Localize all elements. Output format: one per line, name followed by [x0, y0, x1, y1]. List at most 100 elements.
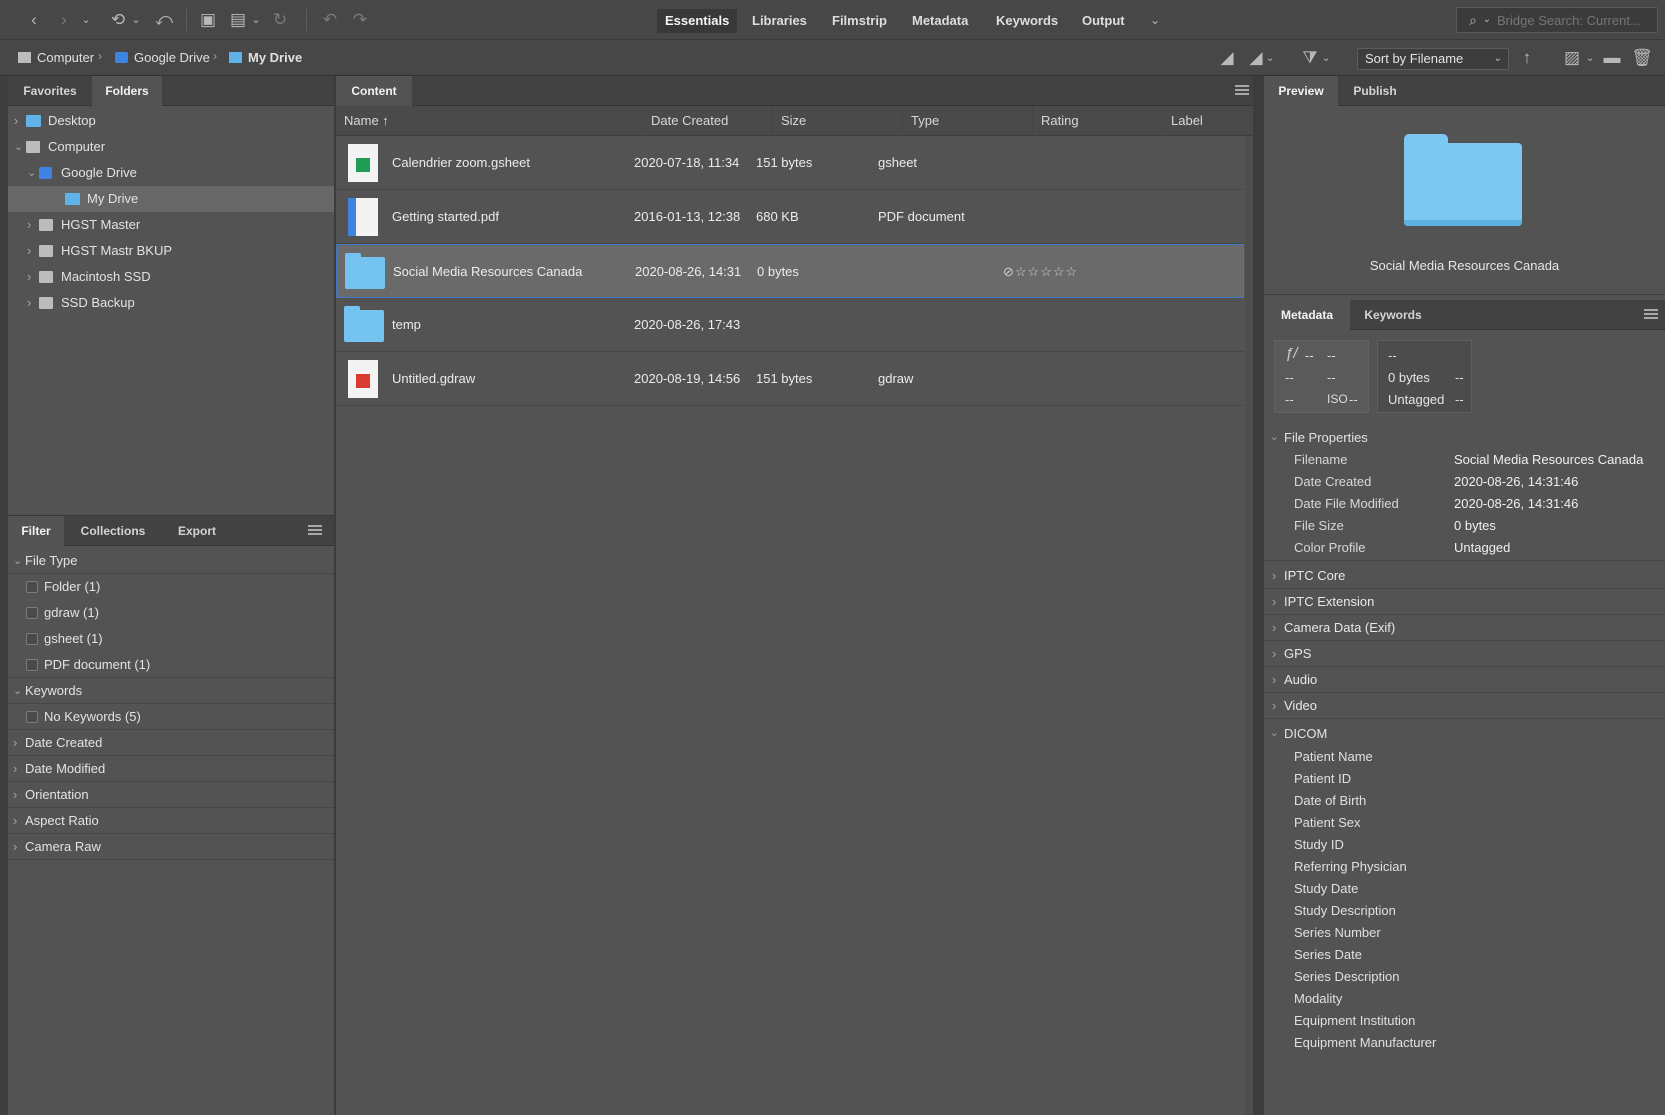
tab-content[interactable]: Content — [336, 76, 412, 107]
tab-keywords[interactable]: Keywords — [1350, 300, 1436, 330]
table-row[interactable]: temp 2020-08-26, 17:43 — [336, 298, 1244, 352]
section-iptc-extension[interactable]: › IPTC Extension — [1264, 589, 1665, 615]
tree-item-hgst-master[interactable]: › HGST Master — [8, 212, 334, 238]
section-camera-data-exif-[interactable]: › Camera Data (Exif) — [1264, 615, 1665, 641]
thumbnail-quality-dropdown-icon[interactable]: ⌄ — [1258, 46, 1282, 70]
section-iptc-core[interactable]: › IPTC Core — [1264, 563, 1665, 589]
trash-icon[interactable]: 🗑 — [1630, 46, 1654, 70]
property-value[interactable]: 2020-08-26, 14:31:46 — [1454, 493, 1578, 515]
chevron-right-icon[interactable]: › — [27, 290, 31, 316]
filter-section-date-created[interactable]: › Date Created — [8, 730, 334, 756]
table-row[interactable]: Getting started.pdf 2016-01-13, 12:38 680 … — [336, 190, 1244, 244]
chevron-right-icon[interactable]: › — [13, 756, 17, 782]
breadcrumb-computer[interactable]: Computer — [18, 49, 94, 67]
chevron-down-icon[interactable]: ⌄ — [13, 548, 22, 574]
chevron-right-icon[interactable]: › — [27, 238, 31, 264]
tree-item-desktop[interactable]: › Desktop — [8, 108, 334, 134]
workspace-output[interactable]: Output — [1074, 9, 1133, 33]
filter-item-0[interactable]: Folder (1) — [8, 574, 334, 600]
tree-item-computer[interactable]: ⌄ Computer — [8, 134, 334, 160]
chevron-down-icon[interactable]: ⌄ — [13, 678, 22, 704]
section-file-properties[interactable]: ⌄ File Properties — [1264, 427, 1665, 449]
chevron-right-icon[interactable]: › — [14, 108, 18, 134]
property-value[interactable]: 2020-08-26, 14:31:46 — [1454, 471, 1578, 493]
tree-item-hgst-mastr-bkup[interactable]: › HGST Mastr BKUP — [8, 238, 334, 264]
tab-folders[interactable]: Folders — [92, 76, 162, 107]
file-rating[interactable]: ⊘☆☆☆☆☆ — [1003, 245, 1078, 299]
chevron-right-icon[interactable]: › — [13, 730, 17, 756]
tree-item-ssd-backup[interactable]: › SSD Backup — [8, 290, 334, 316]
filter-item-2[interactable]: gsheet (1) — [8, 626, 334, 652]
chevron-right-icon[interactable]: › — [13, 808, 17, 834]
chevron-down-icon[interactable]: ⌄ — [14, 134, 23, 160]
checkbox[interactable] — [26, 659, 38, 671]
filter-section-keywords[interactable]: ⌄ Keywords — [8, 678, 334, 704]
redo-icon[interactable]: ↷ — [348, 8, 372, 32]
chevron-right-icon[interactable]: › — [27, 212, 31, 238]
filter-item-1[interactable]: gdraw (1) — [8, 600, 334, 626]
column-type[interactable]: Type — [903, 106, 1033, 136]
sort-ascending-icon[interactable]: ↑ — [1515, 46, 1539, 70]
table-row[interactable]: Untitled.gdraw 2020-08-19, 14:56 151 bytes… — [336, 352, 1244, 406]
property-value[interactable]: Social Media Resources Canada — [1454, 449, 1643, 471]
workspace-metadata[interactable]: Metadata — [904, 9, 976, 33]
workspace-libraries[interactable]: Libraries — [744, 9, 815, 33]
column-name[interactable]: Name ↑ — [336, 106, 643, 136]
workspace-filmstrip[interactable]: Filmstrip — [824, 9, 895, 33]
property-value[interactable]: Untagged — [1454, 537, 1510, 559]
undo-icon[interactable]: ↶ — [318, 8, 342, 32]
quality-icon[interactable]: ◢ — [1215, 46, 1239, 70]
forward-icon[interactable]: › — [52, 8, 76, 32]
table-row[interactable]: Social Media Resources Canada 2020-08-26,… — [336, 244, 1244, 298]
splitter[interactable] — [1253, 76, 1264, 1115]
panel-menu-icon[interactable] — [308, 525, 322, 535]
section-dicom[interactable]: ⌄ DICOM — [1264, 723, 1665, 745]
tab-filter[interactable]: Filter — [8, 516, 64, 547]
new-folder-icon[interactable]: ▬ — [1600, 46, 1624, 70]
back-icon[interactable]: ‹ — [22, 8, 46, 32]
preview-folder-icon[interactable] — [1404, 134, 1522, 226]
camera-import-icon[interactable]: ▣ — [196, 8, 220, 32]
filter-section-file-type[interactable]: ⌄ File Type — [8, 548, 334, 574]
section-gps[interactable]: › GPS — [1264, 641, 1665, 667]
open-recent-dropdown-icon[interactable]: ⌄ — [1578, 46, 1602, 70]
filter-section-aspect-ratio[interactable]: › Aspect Ratio — [8, 808, 334, 834]
tab-collections[interactable]: Collections — [64, 516, 162, 546]
filter-section-orientation[interactable]: › Orientation — [8, 782, 334, 808]
table-row[interactable]: Calendrier zoom.gsheet 2020-07-18, 11:34 1… — [336, 136, 1244, 190]
search-dropdown-icon[interactable]: ⌄ — [1475, 8, 1499, 32]
filter-item-3[interactable]: PDF document (1) — [8, 652, 334, 678]
rotate-icon[interactable]: ↻ — [268, 8, 292, 32]
tree-item-my-drive[interactable]: My Drive — [8, 186, 334, 212]
property-value[interactable]: 0 bytes — [1454, 515, 1496, 537]
chevron-right-icon[interactable]: › — [13, 834, 17, 860]
filter-items-dropdown-icon[interactable]: ⌄ — [1314, 46, 1338, 70]
tab-favorites[interactable]: Favorites — [8, 76, 92, 106]
filter-section-camera-raw[interactable]: › Camera Raw — [8, 834, 334, 860]
refine-dropdown-icon[interactable]: ⌄ — [244, 8, 268, 32]
tab-export[interactable]: Export — [162, 516, 232, 546]
search-box[interactable]: ⌕ ⌄ — [1456, 7, 1658, 33]
tree-item-google-drive[interactable]: ⌄ Google Drive — [8, 160, 334, 186]
section-video[interactable]: › Video — [1264, 693, 1665, 719]
chevron-right-icon[interactable]: › — [27, 264, 31, 290]
section-audio[interactable]: › Audio — [1264, 667, 1665, 693]
column-label[interactable]: Label — [1163, 106, 1253, 136]
chevron-right-icon[interactable]: › — [13, 782, 17, 808]
search-input[interactable] — [1497, 10, 1655, 30]
checkbox[interactable] — [26, 711, 38, 723]
history-dropdown-icon[interactable]: ⌄ — [74, 8, 98, 32]
recent-dropdown-icon[interactable]: ⌄ — [124, 8, 148, 32]
breadcrumb-google-drive[interactable]: Google Drive — [115, 49, 210, 67]
panel-menu-icon[interactable] — [1644, 309, 1658, 319]
workspace-more-icon[interactable]: ⌄ — [1143, 8, 1167, 32]
filter-item-no-keywords[interactable]: No Keywords (5) — [8, 704, 334, 730]
checkbox[interactable] — [26, 607, 38, 619]
workspace-keywords[interactable]: Keywords — [988, 9, 1066, 33]
panel-menu-icon[interactable] — [1235, 85, 1249, 95]
checkbox[interactable] — [26, 581, 38, 593]
content-scrollbar[interactable] — [1245, 136, 1253, 1115]
workspace-essentials[interactable]: Essentials — [657, 9, 738, 33]
column-date-created[interactable]: Date Created — [643, 106, 773, 136]
sort-select[interactable]: Sort by Filename ⌄ — [1357, 48, 1509, 70]
